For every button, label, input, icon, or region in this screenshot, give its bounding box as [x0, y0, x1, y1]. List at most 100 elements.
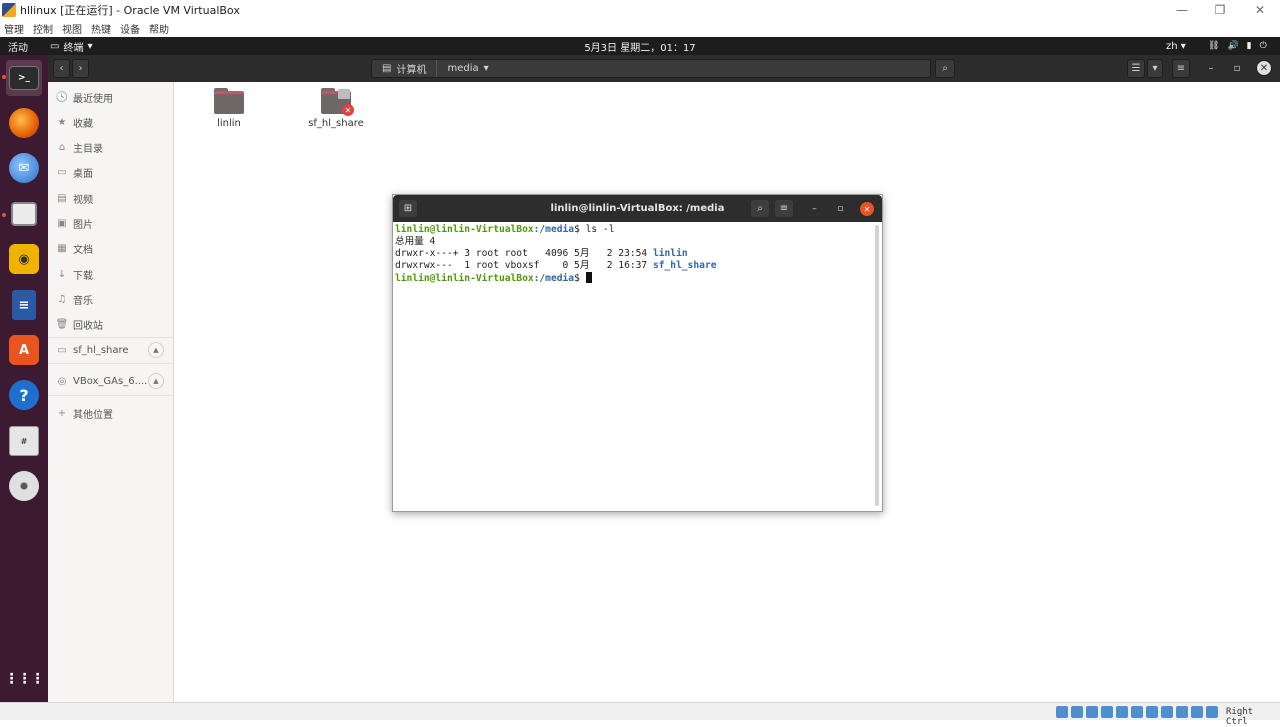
host-key-label: Right Ctrl [1226, 707, 1254, 727]
dock-disc[interactable] [6, 468, 42, 504]
sidebar-divider [48, 395, 174, 396]
network-icon: ⛓ [1208, 41, 1220, 51]
menu-view[interactable]: 视图 [62, 21, 82, 36]
menu-hotkey[interactable]: 热键 [91, 21, 111, 36]
sidebar-item-label: 音乐 [73, 295, 93, 307]
dock-terminal[interactable]: >_ [6, 60, 42, 96]
terminal-search-button[interactable]: ⌕ [751, 200, 769, 217]
audio-icon[interactable] [1086, 706, 1098, 718]
home-icon: ⌂ [58, 141, 66, 153]
menu-help[interactable]: 帮助 [149, 21, 169, 36]
sidebar-item-recent[interactable]: 🕓 最近使用 [56, 87, 172, 107]
files-icon [11, 202, 37, 226]
search-button[interactable]: ⌕ [935, 59, 955, 78]
sidebar-item-documents[interactable]: ▦ 文档 [56, 238, 172, 258]
clock[interactable]: 5月3日 星期二，01：17 [584, 43, 695, 54]
prompt-user: linlin@linlin-VirtualBox [395, 273, 534, 284]
disc-icon [9, 471, 39, 501]
sidebar-item-vbox-gas[interactable]: ◎ VBox_GAs_6.... ▲ [56, 371, 172, 391]
optical-icon[interactable] [1071, 706, 1083, 718]
menu-manage[interactable]: 管理 [4, 21, 24, 36]
dock-sudoku[interactable]: # [6, 423, 42, 459]
cpu-icon[interactable] [1176, 706, 1188, 718]
sidebar-item-label: 图片 [73, 219, 93, 231]
display-icon[interactable] [1146, 706, 1158, 718]
terminal-menu-button[interactable]: ≡ [775, 200, 793, 217]
path-media[interactable]: media ▾ [436, 60, 498, 77]
ubuntu-topbar: 活动 ▭ 终端 ▾ 5月3日 星期二，01：17 zh ▾ ⛓ 🔊 ▮ ⏻ [0, 37, 1280, 55]
eject-icon[interactable]: ▲ [148, 373, 164, 389]
sidebar-item-videos[interactable]: ▤ 视频 [56, 188, 172, 208]
shared-folder-icon[interactable] [1131, 706, 1143, 718]
mouse-icon[interactable] [1206, 706, 1218, 718]
recording-icon[interactable] [1161, 706, 1173, 718]
menu-devices[interactable]: 设备 [120, 21, 140, 36]
music-icon: ♫ [57, 293, 67, 305]
terminal-maximize-button[interactable]: ▫ [834, 202, 847, 215]
file-item-sf-hl-share[interactable]: ✕ sf_hl_share [301, 88, 371, 129]
sidebar-item-starred[interactable]: ★ 收藏 [56, 112, 172, 132]
dock-firefox[interactable] [6, 105, 42, 141]
command-text: ls -l [585, 224, 615, 235]
ls-meta: drwxr-x---+ 3 root root 4096 5月 2 23:54 [395, 248, 653, 259]
network-icon[interactable] [1101, 706, 1113, 718]
terminal-window[interactable]: ⊞ linlin@linlin-VirtualBox: /media ⌕ ≡ –… [392, 194, 883, 512]
search-icon: ⌕ [757, 203, 763, 214]
files-minimize-button[interactable]: – [1202, 59, 1220, 78]
files-headerbar: ‹ › ▤ 计算机 media ▾ ⌕ ☰ ▾ ≡ – ▫ ✕ [48, 55, 1280, 82]
maximize-button[interactable]: ❐ [1200, 0, 1240, 19]
host-menubar: 管理 控制 视图 热键 设备 帮助 [0, 19, 1280, 37]
prompt-path: :/media [533, 273, 575, 284]
prompt-symbol: $ [574, 273, 586, 284]
sudoku-icon: # [9, 426, 39, 456]
chevron-down-icon: ▾ [483, 63, 489, 74]
sidebar-item-trash[interactable]: 🗑 回收站 [56, 314, 172, 334]
dock-help[interactable]: ? [6, 377, 42, 413]
menu-button[interactable]: ≡ [1172, 59, 1190, 78]
show-apps-button[interactable]: ⋮⋮⋮ [5, 661, 45, 697]
sidebar-item-sf-hl-share[interactable]: ▭ sf_hl_share ▲ [56, 340, 172, 360]
dock-thunderbird[interactable]: ✉ [6, 150, 42, 186]
hamburger-icon: ≡ [779, 203, 789, 214]
dock-writer[interactable]: ≡ [6, 287, 42, 323]
hdd-icon[interactable] [1056, 706, 1068, 718]
terminal-close-button[interactable]: ✕ [860, 202, 874, 216]
file-item-linlin[interactable]: linlin [194, 88, 264, 129]
language-indicator[interactable]: zh ▾ [1166, 41, 1186, 52]
chevron-right-icon: › [78, 63, 83, 74]
dock-software[interactable]: A [6, 332, 42, 368]
system-tray[interactable]: ⛓ 🔊 ▮ ⏻ [1208, 41, 1267, 51]
sidebar-item-music[interactable]: ♫ 音乐 [56, 289, 172, 309]
chevron-left-icon: ‹ [59, 63, 64, 74]
sidebar-item-other-locations[interactable]: + 其他位置 [56, 403, 172, 423]
activities-button[interactable]: 活动 [8, 39, 28, 54]
terminal-icon: >_ [9, 66, 39, 90]
path-computer[interactable]: ▤ 计算机 [372, 60, 436, 77]
eject-icon[interactable]: ▲ [148, 342, 164, 358]
files-close-button[interactable]: ✕ [1256, 60, 1272, 76]
list-view-button[interactable]: ☰ [1127, 59, 1145, 78]
menu-control[interactable]: 控制 [33, 21, 53, 36]
sidebar-item-pictures[interactable]: ▣ 图片 [56, 213, 172, 233]
close-button[interactable]: ✕ [1240, 0, 1280, 19]
sidebar-item-desktop[interactable]: ▭ 桌面 [56, 162, 172, 182]
host-window-title: hllinux [正在运行] - Oracle VM VirtualBox [20, 3, 240, 17]
files-maximize-button[interactable]: ▫ [1228, 59, 1246, 78]
terminal-output[interactable]: linlin@linlin-VirtualBox:/media$ ls -l 总… [394, 224, 874, 509]
forward-button[interactable]: › [72, 59, 89, 78]
terminal-scrollbar[interactable] [875, 225, 879, 506]
sidebar-item-downloads[interactable]: ↓ 下载 [56, 264, 172, 284]
minimize-button[interactable]: — [1162, 0, 1202, 19]
new-tab-button[interactable]: ⊞ [399, 200, 417, 217]
path-label: 计算机 [396, 65, 427, 76]
back-button[interactable]: ‹ [53, 59, 70, 78]
usb-icon[interactable] [1116, 706, 1128, 718]
sidebar-item-home[interactable]: ⌂ 主目录 [56, 137, 172, 157]
dock-files[interactable] [6, 196, 42, 232]
language-label: zh [1166, 40, 1178, 52]
dock-rhythmbox[interactable]: ◉ [6, 241, 42, 277]
view-options-button[interactable]: ▾ [1147, 59, 1163, 78]
vbox-icon[interactable] [1191, 706, 1203, 718]
terminal-minimize-button[interactable]: – [808, 202, 821, 215]
app-menu[interactable]: ▭ 终端 ▾ [50, 39, 92, 54]
